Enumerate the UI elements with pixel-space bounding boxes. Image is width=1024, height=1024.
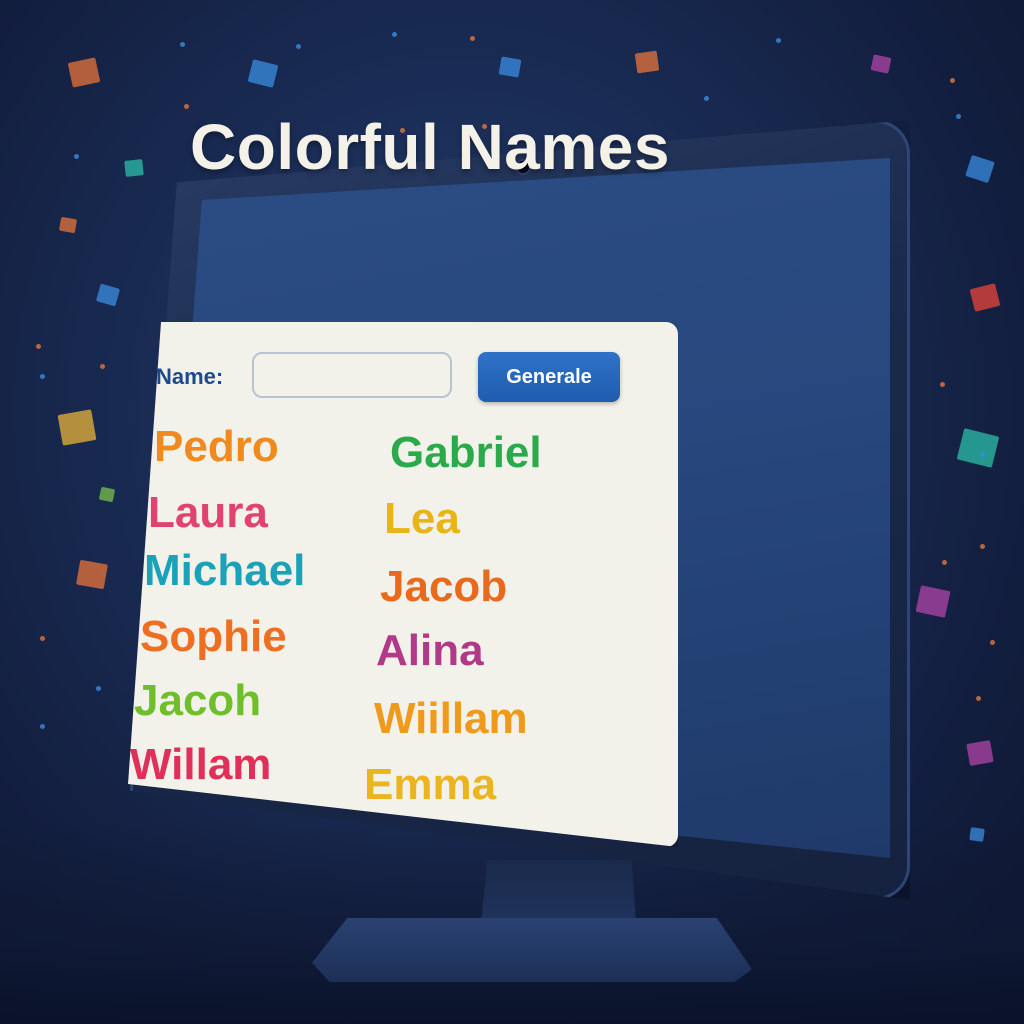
confetti-piece bbox=[965, 154, 995, 184]
sparkle-dot bbox=[980, 452, 985, 457]
name-item-right-5: Emma bbox=[364, 760, 497, 809]
sparkle-dot bbox=[40, 636, 45, 641]
confetti-piece bbox=[67, 57, 101, 88]
generate-button[interactable]: Generale bbox=[478, 352, 620, 402]
name-input[interactable] bbox=[252, 352, 452, 398]
monitor-stand-base bbox=[312, 918, 752, 982]
confetti-piece bbox=[498, 56, 522, 78]
confetti-piece bbox=[57, 409, 97, 446]
confetti-piece bbox=[76, 559, 108, 590]
sparkle-dot bbox=[990, 640, 995, 645]
sparkle-dot bbox=[704, 96, 709, 101]
name-item-left-4: Jacoh bbox=[134, 676, 262, 725]
scene-background: Colorful Names Name: Generale Pedro Laur… bbox=[0, 0, 1024, 1024]
name-item-left-5: Willam bbox=[130, 740, 272, 789]
name-item-right-0: Gabriel bbox=[390, 428, 542, 477]
names-panel-content: Name: Generale Pedro Laura Michael Sophi… bbox=[128, 322, 678, 847]
confetti-piece bbox=[58, 216, 78, 234]
confetti-piece bbox=[969, 827, 985, 842]
confetti-piece bbox=[915, 585, 951, 618]
name-item-right-2: Jacob bbox=[380, 562, 508, 611]
sparkle-dot bbox=[976, 696, 981, 701]
sparkle-dot bbox=[950, 78, 955, 83]
sparkle-dot bbox=[74, 154, 79, 159]
confetti-piece bbox=[966, 740, 994, 766]
sparkle-dot bbox=[40, 374, 45, 379]
name-item-right-4: Wiillam bbox=[374, 694, 528, 743]
sparkle-dot bbox=[392, 32, 397, 37]
confetti-piece bbox=[95, 283, 121, 307]
sparkle-dot bbox=[184, 104, 189, 109]
sparkle-dot bbox=[980, 544, 985, 549]
sparkle-dot bbox=[180, 42, 185, 47]
name-item-left-3: Sophie bbox=[140, 612, 287, 661]
name-item-right-1: Lea bbox=[384, 494, 460, 543]
sparkle-dot bbox=[776, 38, 781, 43]
name-item-right-3: Alina bbox=[376, 626, 484, 675]
sparkle-dot bbox=[296, 44, 301, 49]
names-panel: Name: Generale Pedro Laura Michael Sophi… bbox=[128, 322, 678, 847]
sparkle-dot bbox=[942, 560, 947, 565]
name-item-left-0: Pedro bbox=[154, 422, 279, 471]
confetti-piece bbox=[969, 283, 1001, 312]
page-title: Colorful Names bbox=[190, 111, 670, 183]
sparkle-dot bbox=[96, 686, 101, 691]
sparkle-dot bbox=[470, 36, 475, 41]
confetti-piece bbox=[634, 50, 660, 74]
name-label: Name: bbox=[156, 364, 224, 389]
sparkle-dot bbox=[100, 364, 105, 369]
confetti-piece bbox=[98, 486, 116, 503]
name-item-left-1: Laura bbox=[148, 488, 268, 537]
sparkle-dot bbox=[956, 114, 961, 119]
name-item-left-2: Michael bbox=[144, 546, 306, 595]
confetti-piece bbox=[247, 59, 279, 88]
confetti-piece bbox=[870, 54, 892, 74]
sparkle-dot bbox=[40, 724, 45, 729]
confetti-piece bbox=[956, 428, 1000, 468]
sparkle-dot bbox=[36, 344, 41, 349]
sparkle-dot bbox=[940, 382, 945, 387]
